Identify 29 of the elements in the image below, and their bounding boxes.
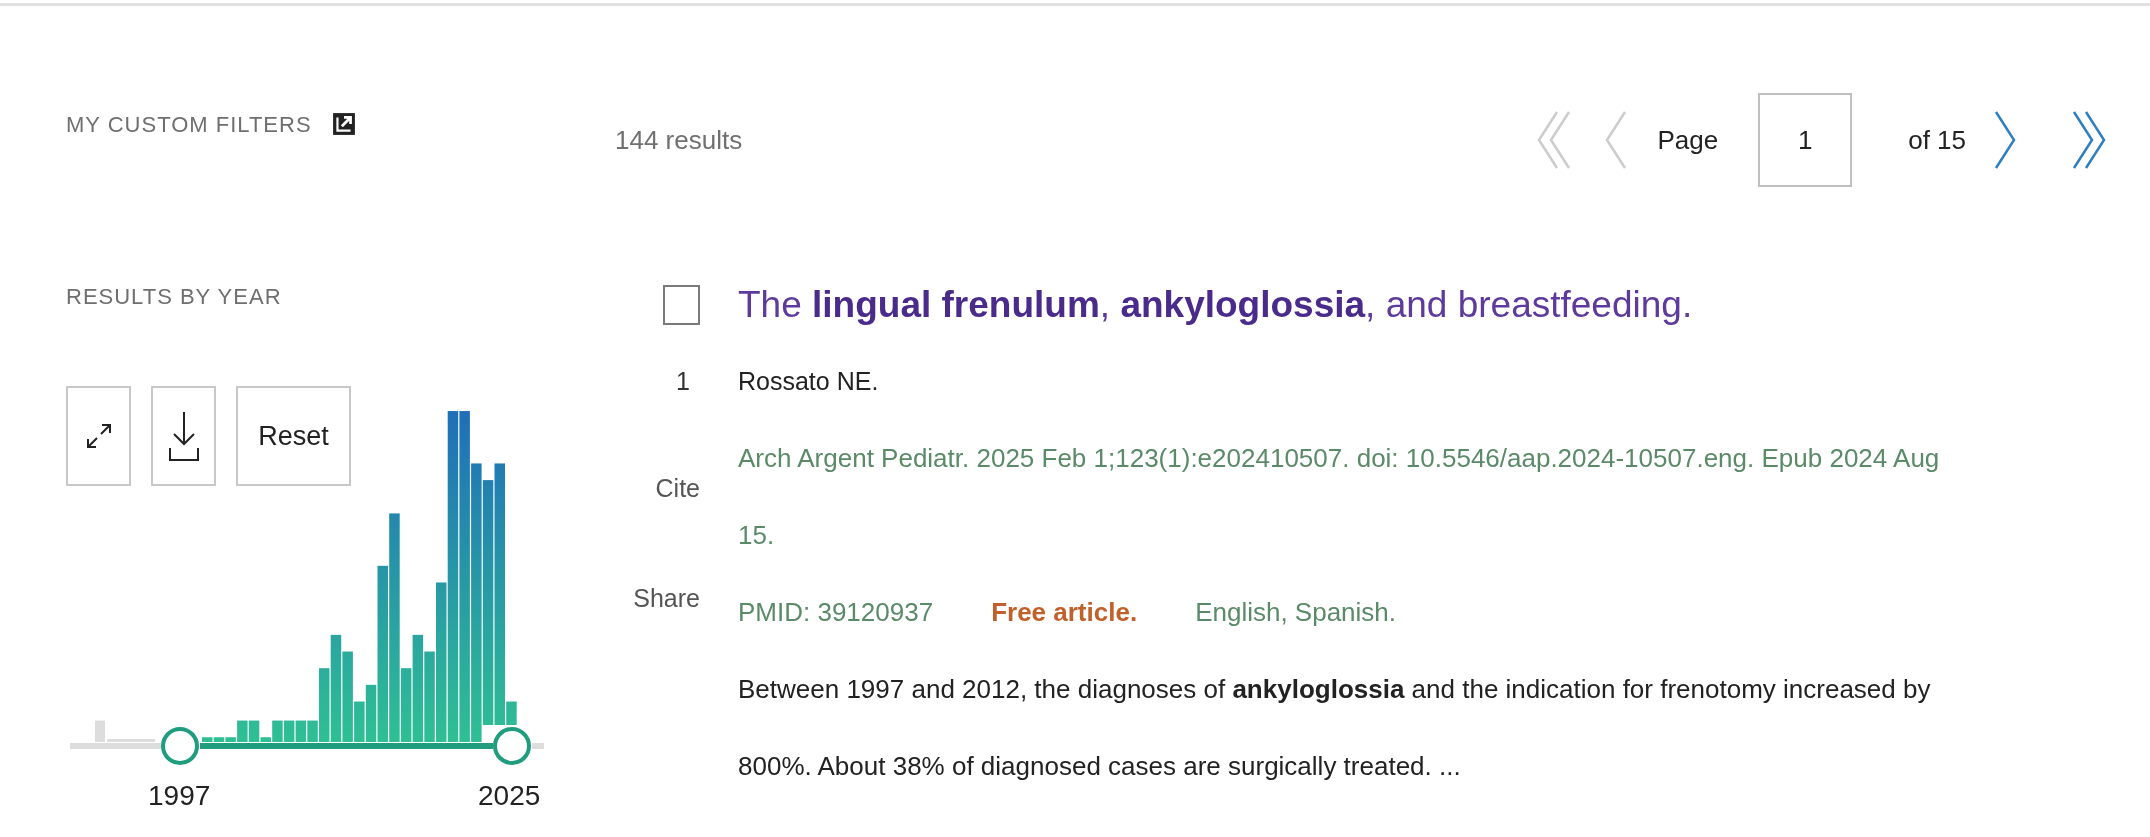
cite-button[interactable]: Cite xyxy=(655,462,700,514)
share-button[interactable]: Share xyxy=(633,572,700,624)
result-number: 1 xyxy=(676,366,691,397)
histogram-bar xyxy=(95,720,105,742)
page-number-field[interactable]: 1 xyxy=(1758,93,1853,187)
article-checkbox[interactable] xyxy=(663,284,700,325)
download-button[interactable] xyxy=(151,386,216,486)
range-end-handle[interactable] xyxy=(492,726,532,766)
article-citation: Arch Argent Pediatr. 2025 Feb 1;123(1):e202410507. doi: 10.5546/aap.2024-10507.eng. Epub 2024 Aug 15. xyxy=(738,442,1941,552)
filters-heading: MY CUSTOM FILTERS xyxy=(66,110,312,139)
end-year-label: 2025 xyxy=(478,779,541,813)
free-article-label: Free article. xyxy=(991,596,1138,629)
pmid-text: PMID: 39120937 xyxy=(738,596,934,629)
article-title-link[interactable]: The lingual frenulum, ankyloglossia, and breastfeeding. xyxy=(738,266,1953,343)
histogram-bar xyxy=(295,720,307,742)
slider-track xyxy=(532,743,544,749)
external-link-icon[interactable] xyxy=(331,112,356,136)
article-languages: English, Spanish. xyxy=(1195,596,1397,629)
results-count: 144 results xyxy=(615,123,743,157)
article-authors: Rossato NE. xyxy=(738,366,880,397)
histogram-bar xyxy=(283,720,295,742)
page-label: Page xyxy=(1657,123,1719,157)
start-year-label: 1997 xyxy=(148,779,211,813)
results-by-year-heading: RESULTS BY YEAR xyxy=(66,283,283,311)
page-count: of 15 xyxy=(1908,123,1966,157)
article-snippet: Between 1997 and 2012, the diagnoses of ankyloglossia and the indication for frenotomy increased by 800%. About 38% of diagnosed cases are surgically treated. ... xyxy=(738,673,1932,783)
download-icon xyxy=(167,410,200,462)
reset-button[interactable]: Reset xyxy=(236,386,351,486)
range-start-handle[interactable] xyxy=(160,726,200,766)
